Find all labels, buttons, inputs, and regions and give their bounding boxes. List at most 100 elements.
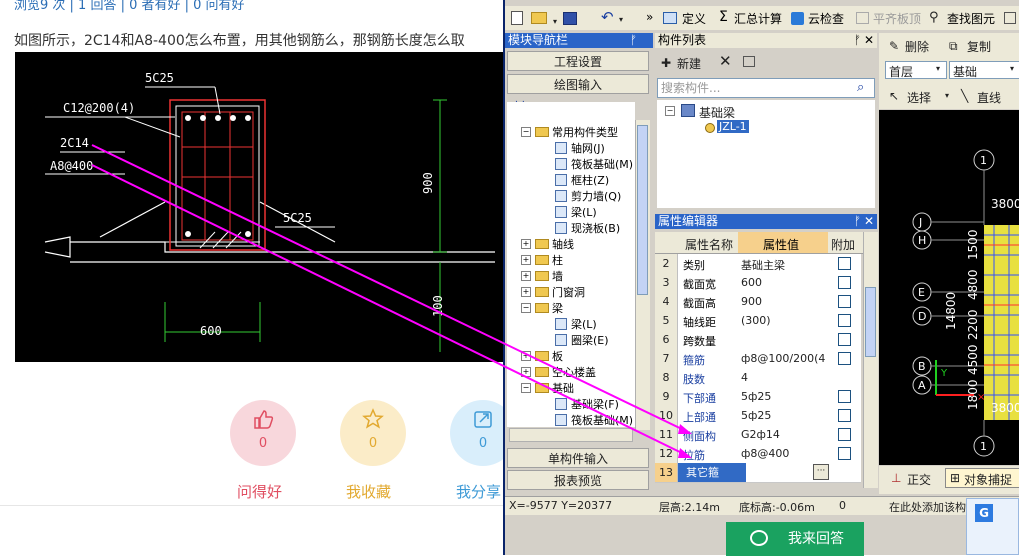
save-icon[interactable]	[563, 12, 577, 25]
property-value[interactable]: 600	[741, 276, 762, 289]
tree-item[interactable]: 梁(L)	[555, 316, 597, 332]
property-value[interactable]: G2ф14	[741, 428, 780, 441]
expand-toggle-icon[interactable]: +	[521, 255, 531, 265]
property-row[interactable]: 11 侧面构 G2ф14	[655, 425, 861, 445]
property-row[interactable]: 2 类别 基础主梁	[655, 254, 861, 274]
new-file-icon[interactable]	[511, 11, 523, 25]
new-component-button[interactable]: 新建	[677, 55, 701, 72]
drawing-canvas[interactable]: Y × 1 J H E D B A 1 3800 14800 1800 4500…	[879, 110, 1019, 465]
undo-icon[interactable]: ↶	[601, 8, 614, 26]
copy-button[interactable]: 复制	[967, 38, 991, 55]
component-item-jzl1[interactable]: JZL-1	[717, 120, 749, 133]
close-icon[interactable]: ✕	[864, 214, 874, 229]
property-row[interactable]: 13 其它箍 ···	[655, 463, 861, 483]
tree-folder[interactable]: 墙	[535, 268, 563, 284]
find-element-button[interactable]: 查找图元	[947, 10, 995, 27]
property-row[interactable]: 8 肢数 4	[655, 368, 861, 388]
property-value[interactable]: 基础主梁	[741, 257, 785, 273]
property-extra-checkbox[interactable]	[838, 314, 851, 327]
tree-item[interactable]: 筏板基础(M)	[555, 412, 633, 427]
search-icon[interactable]: ⌕	[857, 80, 864, 95]
question-good-label[interactable]: 问得好	[237, 481, 282, 502]
tree-folder[interactable]: 空心楼盖	[535, 364, 596, 380]
select-button[interactable]: 选择	[907, 89, 931, 106]
property-row[interactable]: 6 跨数量	[655, 330, 861, 350]
property-value[interactable]: (300)	[741, 314, 771, 327]
answer-button[interactable]: 我来回答	[726, 522, 864, 556]
component-search-input[interactable]: 搜索构件...	[657, 78, 875, 98]
property-row[interactable]: 12 拉筋 ф8@400	[655, 444, 861, 464]
close-icon[interactable]: ✕	[864, 33, 874, 48]
tree-item[interactable]: 筏板基础(M)	[555, 156, 633, 172]
category-select[interactable]: 基础 ▾	[949, 61, 1019, 79]
single-input-button[interactable]: 单构件输入	[507, 448, 649, 468]
ortho-toggle[interactable]: 正交	[907, 471, 931, 488]
question-cad-image[interactable]: 5C25 C12@200(4) 2C14 A8@400 900 5C25 100…	[15, 52, 505, 362]
collapse-toggle-icon[interactable]: −	[665, 106, 675, 116]
property-extra-checkbox[interactable]	[838, 276, 851, 289]
tree-folder[interactable]: 板	[535, 348, 563, 364]
tree-item[interactable]: 圈梁(E)	[555, 332, 609, 348]
pin-icon[interactable]: ᚠ	[630, 33, 637, 48]
property-row[interactable]: 5 轴线距 (300)	[655, 311, 861, 331]
delete-component-icon[interactable]: ✕	[719, 52, 732, 70]
property-extra-checkbox[interactable]	[838, 390, 851, 403]
tree-item[interactable]: 基础梁(F)	[555, 396, 619, 412]
property-row[interactable]: 10 上部通 5ф25	[655, 406, 861, 426]
property-extra-checkbox[interactable]	[838, 295, 851, 308]
collapse-toggle-icon[interactable]: −	[521, 383, 531, 393]
property-value[interactable]: ф8@100/200(4	[741, 352, 825, 365]
question-good-button[interactable]: 0	[230, 400, 296, 466]
copy-component-icon[interactable]	[743, 56, 755, 67]
module-tree-hscrollbar[interactable]	[509, 428, 633, 442]
ellipsis-button[interactable]: ···	[813, 464, 829, 480]
property-value[interactable]: 5ф25	[741, 409, 771, 422]
define-button[interactable]: 定义	[682, 10, 706, 27]
delete-button[interactable]: 删除	[905, 38, 929, 55]
object-snap-toggle[interactable]: ⊞ 对象捕捉	[945, 468, 1019, 488]
favorite-button[interactable]: 0	[340, 400, 406, 466]
tree-folder[interactable]: 常用构件类型	[535, 124, 618, 140]
ad-corner[interactable]: G	[966, 498, 1019, 555]
property-extra-checkbox[interactable]	[838, 352, 851, 365]
scroll-thumb[interactable]	[865, 287, 876, 357]
tree-item[interactable]: 现浇板(B)	[555, 220, 620, 236]
favorite-label[interactable]: 我收藏	[346, 481, 391, 502]
pin-icon[interactable]: ᚠ	[854, 214, 861, 229]
summary-calc-button[interactable]: 汇总计算	[734, 10, 782, 27]
toolbar-more[interactable]: »	[646, 10, 653, 24]
project-settings-button[interactable]: 工程设置	[507, 51, 649, 71]
drawing-input-button[interactable]: 绘图输入	[507, 74, 649, 94]
tree-folder[interactable]: 轴线	[535, 236, 574, 252]
cloud-check-button[interactable]: 云检查	[808, 10, 844, 27]
expand-toggle-icon[interactable]: +	[521, 367, 531, 377]
property-table-scrollbar[interactable]	[863, 232, 878, 488]
property-extra-checkbox[interactable]	[838, 333, 851, 346]
property-row[interactable]: 4 截面高 900	[655, 292, 861, 312]
expand-toggle-icon[interactable]: +	[521, 351, 531, 361]
property-row[interactable]: 3 截面宽 600	[655, 273, 861, 293]
report-preview-button[interactable]: 报表预览	[507, 470, 649, 490]
line-button[interactable]: 直线	[977, 89, 1001, 106]
tree-item[interactable]: 梁(L)	[555, 204, 597, 220]
module-tree-scrollbar[interactable]	[635, 120, 650, 430]
flat-top-button[interactable]: 平齐板顶	[873, 10, 921, 27]
tree-item[interactable]: 剪力墙(Q)	[555, 188, 621, 204]
component-tree-root[interactable]: 基础梁	[699, 104, 735, 121]
tree-folder[interactable]: 基础	[535, 380, 574, 396]
share-label[interactable]: 我分享	[456, 481, 501, 502]
property-value[interactable]: 4	[741, 371, 748, 384]
expand-toggle-icon[interactable]: +	[521, 287, 531, 297]
property-value[interactable]: 5ф25	[741, 390, 771, 403]
property-row[interactable]: 7 箍筋 ф8@100/200(4	[655, 349, 861, 369]
open-folder-icon[interactable]	[531, 12, 547, 24]
tree-folder[interactable]: 门窗洞	[535, 284, 585, 300]
expand-toggle-icon[interactable]: +	[521, 271, 531, 281]
collapse-toggle-icon[interactable]: −	[521, 303, 531, 313]
property-extra-checkbox[interactable]	[838, 257, 851, 270]
toolbar-extra-icon[interactable]	[1004, 12, 1016, 24]
property-value[interactable]: ф8@400	[741, 447, 789, 460]
floor-select[interactable]: 首层 ▾	[885, 61, 947, 79]
collapse-toggle-icon[interactable]: −	[521, 127, 531, 137]
property-extra-checkbox[interactable]	[838, 447, 851, 460]
